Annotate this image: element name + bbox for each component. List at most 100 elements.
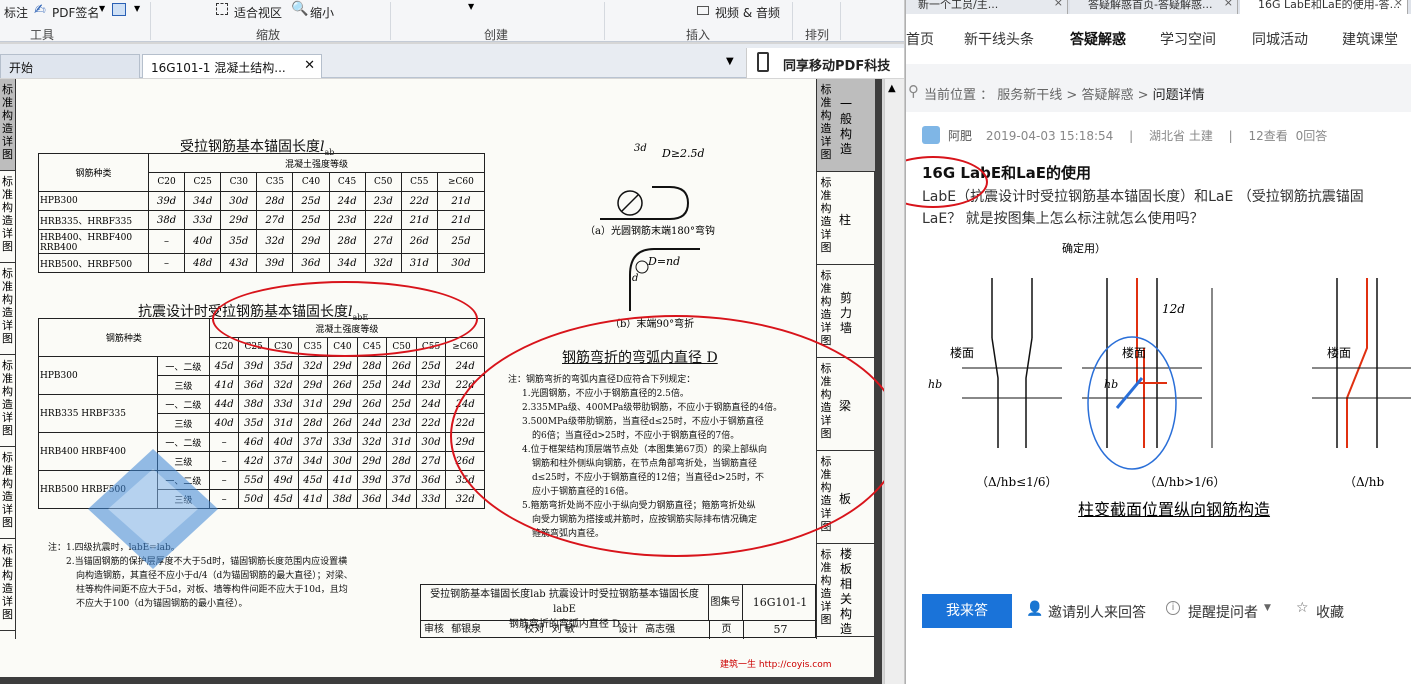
breadcrumb-service[interactable]: 服务新干线 — [997, 88, 1062, 103]
vertical-scrollbar[interactable]: ▲ — [884, 79, 904, 684]
browser-tab-0[interactable]: 新一个工员/主... × — [906, 0, 1068, 14]
table-cell-type: HPB300 — [38, 356, 158, 395]
table-cell-value: 24d — [415, 394, 447, 414]
close-icon[interactable]: ✕ — [304, 58, 315, 73]
table-cell-value: 34d — [184, 191, 222, 211]
table-cell-value: 28d — [297, 413, 329, 433]
table-cell-value: 30d — [415, 432, 447, 452]
table-cell-value: 50d — [238, 489, 269, 509]
nav-item-3[interactable]: 学习空间 — [1160, 29, 1216, 49]
nav-item-2[interactable]: 答疑解惑 — [1070, 29, 1126, 49]
table-cell-value: 29d — [297, 375, 329, 395]
remind-asker-link[interactable]: 提醒提问者 — [1188, 602, 1258, 622]
group-label-arrange: 排列 — [805, 28, 830, 42]
browser-tab-2[interactable]: 16G LabE和LaE的使用-答... × — [1240, 0, 1408, 14]
breadcrumb-qa[interactable]: 答疑解惑 — [1081, 88, 1133, 103]
check-label: 校对 — [524, 624, 545, 635]
avatar[interactable] — [922, 126, 940, 144]
close-icon[interactable]: × — [1054, 0, 1063, 9]
tab-list-dropdown-icon[interactable]: ▼ — [726, 56, 734, 67]
table-cell-type: HPB300 — [38, 191, 149, 211]
left-side-tab-0[interactable]: 标准构造详图 — [0, 79, 15, 171]
table-cell-value: 39d — [238, 356, 269, 376]
question-date: 2019-04-03 15:18:54 — [985, 129, 1114, 143]
chevron-down-icon[interactable]: ▼ — [1264, 603, 1271, 613]
left-side-tab-4[interactable]: 标准构造详图 — [0, 447, 15, 539]
breadcrumb-prefix: 当前位置 ： — [924, 88, 994, 103]
invite-answer-link[interactable]: 邀请别人来回答 — [1048, 602, 1146, 622]
right-side-tab-1[interactable]: 标准构造详图柱 — [817, 172, 875, 265]
tab-document[interactable]: 16G101-1 混凝土结构... ✕ — [142, 54, 322, 78]
video-audio-button[interactable]: 视频 & 音频 — [715, 4, 780, 21]
table-cell-value: 33d — [268, 394, 299, 414]
fit-view-button[interactable]: 适合视区 — [234, 4, 282, 21]
table-cell-value: 49d — [268, 470, 299, 490]
table-cell-value: 34d — [386, 489, 417, 509]
nav-item-5[interactable]: 建筑课堂 — [1342, 29, 1398, 49]
chevron-down-icon[interactable]: ▼ — [134, 4, 140, 13]
scroll-up-icon[interactable]: ▲ — [888, 83, 896, 94]
right-side-tab-0[interactable]: 标准构造详图 一般构造 — [817, 79, 875, 172]
save-icon[interactable] — [112, 3, 126, 16]
right-side-tab-name: 剪力墙 — [839, 290, 852, 335]
left-side-tab-1[interactable]: 标准构造详图 — [0, 171, 15, 263]
table-cell-grade: 一、二级 — [156, 394, 210, 414]
question-user[interactable]: 阿肥 — [948, 129, 972, 143]
left-side-tab-5[interactable]: 标准构造详图 — [0, 539, 15, 631]
table-cell-grade: 三级 — [156, 375, 210, 395]
annotate-button[interactable]: 标注 — [4, 4, 28, 21]
tab-start[interactable]: 开始 — [0, 54, 140, 78]
table-cell-value: 22d — [400, 191, 438, 211]
checker: 刘 敏 — [551, 624, 575, 635]
table-row: HRB500、HRBF500–48d 43d 39d 36d 34d 32d 31d 30d — [38, 253, 486, 273]
table-cell-value: 30d — [436, 253, 486, 273]
question-figure[interactable]: 确定用） 楼面 楼面 楼面 12d hb hb （Δ/hb≤1/6） （Δ/hb… — [922, 238, 1411, 538]
left-side-tab-3[interactable]: 标准构造详图 — [0, 355, 15, 447]
document-viewport[interactable]: 标准构造详图 标准构造详图 标准构造详图 标准构造详图 标准构造详图 标准构造详图 标准构… — [0, 79, 902, 684]
table-cell-type: HRB400、HRBF400 RRB400 — [38, 229, 149, 254]
promo-banner[interactable]: 同享移动PDF科技 — [746, 48, 904, 78]
chevron-down-icon[interactable]: ▼ — [99, 4, 105, 13]
table-cell-value: 25d — [436, 229, 486, 254]
table-basic-anchorage: 钢筋种类 混凝土强度等级 C20 C25 C30 C35 C40 C45 C50 C55 ≥C60 H… — [38, 153, 486, 273]
table-cell-value: 41d — [327, 470, 358, 490]
table-cell-value: 42d — [238, 451, 269, 471]
pdf-sign-button[interactable]: PDF签名 — [52, 4, 99, 21]
right-side-tab-2[interactable]: 标准构造详图 剪力墙 — [817, 265, 875, 358]
table-header-grade: C25 — [184, 172, 222, 192]
atlas-label: 图集号 — [709, 585, 743, 621]
table-cell-value: 25d — [356, 375, 388, 395]
close-icon[interactable]: × — [1224, 0, 1233, 9]
table-cell-value: 25d — [415, 356, 447, 376]
table-cell-value: 38d — [147, 210, 186, 230]
collect-link[interactable]: 收藏 — [1316, 602, 1344, 622]
browser-tab-1[interactable]: 答疑解惑首页-答疑解惑... × — [1070, 0, 1238, 14]
review-label: 审核 — [424, 624, 444, 635]
hook-b-condition: D=nd — [648, 255, 681, 268]
table-header-grade: ≥C60 — [436, 172, 486, 192]
table-cell-value: 37d — [268, 451, 299, 471]
close-icon[interactable]: × — [1394, 0, 1403, 9]
zoom-out-button[interactable]: 缩小 — [310, 4, 334, 21]
table-cell-value: 40d — [268, 432, 299, 452]
location-pin-icon: ⚲ — [908, 82, 919, 100]
left-side-tab-2[interactable]: 标准构造详图 — [0, 263, 15, 355]
table-header-grade: C30 — [220, 172, 258, 192]
nav-item-4[interactable]: 同城活动 — [1252, 29, 1308, 49]
right-side-tab-label: 标准构造详图 — [820, 176, 832, 254]
table-cell-value: – — [147, 229, 186, 254]
table-header-group: 混凝土强度等级 — [148, 153, 485, 173]
chevron-down-icon[interactable]: ▼ — [468, 2, 474, 11]
table-cell-value: 37d — [297, 432, 329, 452]
right-side-tab-5[interactable]: 标准构造详图 楼板相关构造 — [817, 544, 875, 637]
right-side-tab-label: 标准构造详图 — [820, 83, 832, 161]
table-cell-value: 27d — [256, 210, 294, 230]
nav-item-0[interactable]: 首页 — [906, 29, 934, 49]
pdf-page: 标准构造详图 标准构造详图 标准构造详图 标准构造详图 标准构造详图 标准构造详图 标准构… — [0, 79, 902, 677]
left-tab-strip: 标准构造详图 标准构造详图 标准构造详图 标准构造详图 标准构造详图 标准构造详图 — [0, 79, 16, 639]
nav-item-1[interactable]: 新干线头条 — [964, 29, 1034, 49]
group-label-zoom: 缩放 — [256, 28, 281, 42]
table-header-grade: C55 — [400, 172, 438, 192]
answer-button[interactable]: 我来答 — [922, 594, 1012, 628]
table-cell-value: 37d — [386, 470, 417, 490]
